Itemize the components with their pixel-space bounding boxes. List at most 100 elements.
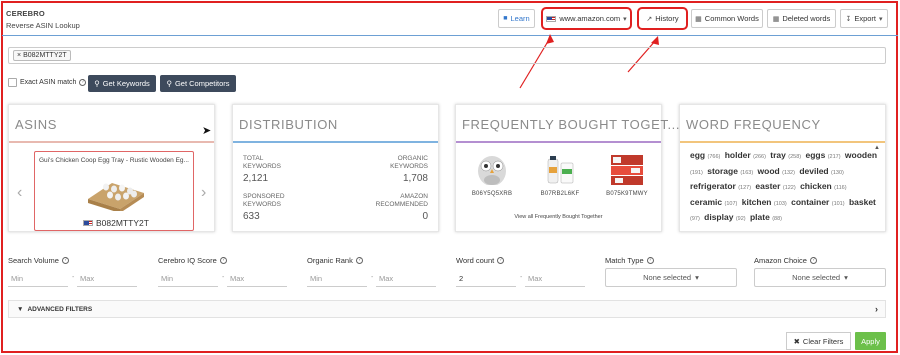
distribution-card-title: DISTRIBUTION bbox=[239, 117, 338, 132]
word-frequency-word[interactable]: storage bbox=[707, 166, 738, 176]
chevron-left-icon[interactable]: ‹ bbox=[17, 184, 22, 202]
word-frequency-word[interactable]: tray bbox=[770, 150, 786, 160]
header-divider bbox=[2, 35, 898, 36]
word-frequency-word[interactable]: egg bbox=[690, 150, 705, 160]
word-frequency-count: (130) bbox=[831, 169, 844, 176]
word-frequency-word[interactable]: plate bbox=[750, 212, 770, 222]
cursor-icon: ➤ bbox=[202, 125, 212, 137]
word-frequency-count: (258) bbox=[788, 154, 802, 160]
word-frequency-word[interactable]: wooden bbox=[845, 150, 877, 160]
asin-tag[interactable]: × B082MTTY2T bbox=[13, 50, 71, 61]
close-icon: ✖ bbox=[793, 336, 800, 346]
word-frequency-word[interactable]: kitchen bbox=[742, 197, 772, 207]
help-icon[interactable]: ? bbox=[809, 257, 817, 264]
search-volume-min[interactable] bbox=[8, 271, 68, 287]
organic-keywords-label: ORGANIC KEYWORDS bbox=[390, 155, 428, 170]
range-separator: - bbox=[520, 274, 523, 281]
search-volume-max[interactable] bbox=[77, 271, 137, 287]
word-frequency-word[interactable]: holder bbox=[725, 150, 751, 160]
word-frequency-word[interactable]: easter bbox=[755, 181, 780, 191]
help-icon[interactable]: ? bbox=[61, 257, 69, 264]
book-icon: ▦ bbox=[695, 15, 702, 23]
asin-search-input[interactable]: × B082MTTY2T bbox=[8, 47, 886, 64]
fbt-asin: B075K9TMWY bbox=[606, 191, 648, 197]
help-icon[interactable]: ? bbox=[219, 257, 227, 264]
word-frequency-word[interactable]: basket bbox=[849, 197, 876, 207]
organic-rank-label: Organic Rank ? bbox=[307, 256, 363, 265]
word-frequency-word[interactable]: container bbox=[791, 197, 829, 207]
word-frequency-count: (122) bbox=[782, 185, 796, 191]
cerebro-iq-max[interactable] bbox=[227, 271, 287, 287]
deleted-words-button[interactable]: ▦ Deleted words bbox=[767, 9, 836, 28]
book-icon: ▦ bbox=[772, 15, 780, 23]
word-frequency-word[interactable]: ceramic bbox=[690, 197, 722, 207]
asin-tag-label: B082MTTY2T bbox=[23, 52, 67, 59]
exact-asin-match[interactable]: Exact ASIN match ? bbox=[8, 78, 87, 87]
help-icon[interactable]: ? bbox=[497, 257, 505, 264]
word-count-min[interactable] bbox=[456, 271, 516, 287]
common-words-button[interactable]: ▦ Common Words bbox=[691, 9, 763, 28]
asins-card-rule bbox=[9, 141, 214, 143]
fbt-card-rule bbox=[456, 141, 661, 143]
help-icon[interactable]: ? bbox=[355, 257, 363, 264]
fbt-item[interactable]: B075K9TMWY bbox=[599, 151, 655, 197]
sponsored-keywords-value: 633 bbox=[243, 211, 260, 222]
word-frequency-count: (217) bbox=[827, 154, 841, 160]
range-separator: - bbox=[72, 274, 75, 281]
get-competitors-button[interactable]: ⚲ Get Competitors bbox=[160, 75, 236, 92]
word-frequency-count: (766) bbox=[707, 154, 721, 160]
us-flag-icon bbox=[546, 15, 557, 22]
fbt-card: FREQUENTLY BOUGHT TOGET... B06Y5Q5XRB B0… bbox=[455, 104, 680, 232]
asin-product-panel[interactable]: Gui's Chicken Coop Egg Tray - Rustic Woo… bbox=[34, 151, 194, 231]
help-icon[interactable]: ? bbox=[79, 79, 87, 86]
total-keywords-label: TOTAL KEYWORDS bbox=[243, 155, 281, 170]
word-frequency-word[interactable]: display bbox=[704, 212, 733, 222]
apply-button[interactable]: Apply bbox=[855, 332, 886, 350]
get-keywords-button[interactable]: ⚲ Get Keywords bbox=[88, 75, 156, 92]
view-all-fbt-link[interactable]: View all Frequently Bought Together bbox=[456, 214, 661, 220]
caret-down-icon: ▾ bbox=[844, 273, 848, 282]
word-frequency-word[interactable]: eggs bbox=[805, 150, 825, 160]
word-frequency-word[interactable]: wood bbox=[758, 166, 780, 176]
exact-match-checkbox[interactable] bbox=[8, 78, 17, 87]
advanced-filters-toggle[interactable]: ▼ ADVANCED FILTERS › bbox=[8, 300, 886, 318]
asin-code: B082MTTY2T bbox=[96, 218, 149, 228]
word-frequency-card: WORD FREQUENCY ▲ egg (766) holder (266) … bbox=[679, 104, 886, 232]
word-frequency-word[interactable]: refrigerator bbox=[690, 181, 736, 191]
amazon-choice-select[interactable]: None selected ▾ bbox=[754, 268, 886, 287]
asins-card: ASINS ‹ › Gui's Chicken Coop Egg Tray - … bbox=[8, 104, 215, 232]
organic-rank-max[interactable] bbox=[376, 271, 436, 287]
word-count-max[interactable] bbox=[525, 271, 585, 287]
marketplace-dropdown[interactable]: www.amazon.com ▾ bbox=[541, 7, 632, 30]
match-type-select[interactable]: None selected ▾ bbox=[605, 268, 737, 287]
word-frequency-count: (132) bbox=[782, 169, 795, 176]
search-icon: ⚲ bbox=[94, 79, 100, 88]
chevron-right-icon[interactable]: › bbox=[201, 184, 206, 202]
cerebro-iq-min[interactable] bbox=[158, 271, 218, 287]
owl-toy-image bbox=[478, 156, 506, 185]
caret-down-icon: ▾ bbox=[695, 273, 699, 282]
help-icon[interactable]: ? bbox=[646, 257, 654, 264]
fbt-item[interactable]: B06Y5Q5XRB bbox=[464, 151, 520, 197]
export-dropdown[interactable]: ↧ Export ▾ bbox=[840, 9, 888, 28]
product-bottles-image bbox=[547, 156, 574, 184]
brand-subtitle: Reverse ASIN Lookup bbox=[6, 21, 80, 30]
word-frequency-card-title: WORD FREQUENCY bbox=[686, 117, 821, 132]
remove-tag-icon[interactable]: × bbox=[17, 52, 21, 59]
egg-tray-image bbox=[88, 183, 144, 211]
word-frequency-word[interactable]: deviled bbox=[799, 166, 828, 176]
exact-match-label: Exact ASIN match bbox=[20, 79, 77, 86]
filter-icon: ▼ bbox=[17, 305, 24, 313]
word-frequency-word[interactable]: chicken bbox=[800, 181, 832, 191]
asin-badge: B082MTTY2T bbox=[83, 218, 149, 228]
word-frequency-card-rule bbox=[680, 141, 885, 143]
sponsored-keywords-label: SPONSORED KEYWORDS bbox=[243, 193, 285, 208]
fbt-item[interactable]: B07RB2L6KF bbox=[532, 151, 588, 197]
history-button[interactable]: ↗ History bbox=[637, 7, 688, 30]
word-frequency-count: (127) bbox=[738, 185, 752, 191]
organic-rank-min[interactable] bbox=[307, 271, 367, 287]
organic-keywords-value: 1,708 bbox=[402, 173, 428, 184]
word-frequency-count: (103) bbox=[773, 200, 787, 207]
learn-button[interactable]: ■ Learn bbox=[498, 9, 535, 28]
clear-filters-button[interactable]: ✖ Clear Filters bbox=[786, 332, 851, 350]
